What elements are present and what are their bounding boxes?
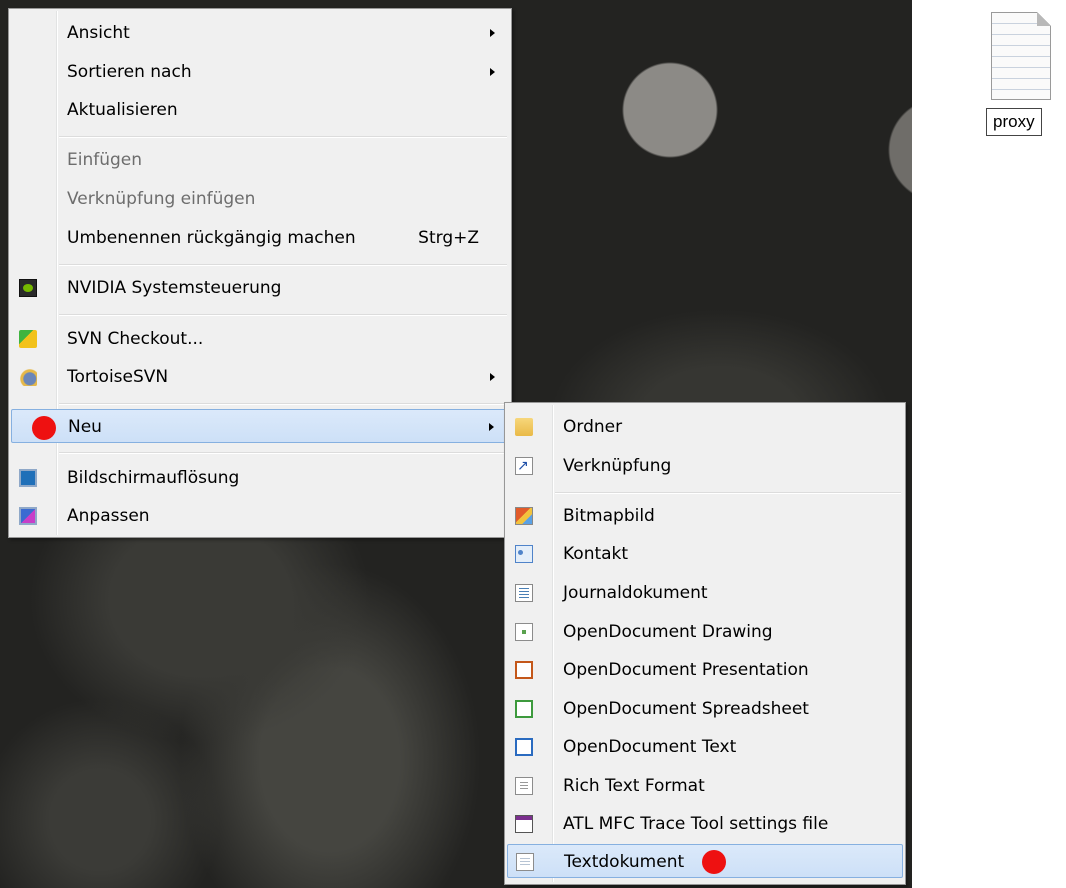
menu-separator — [59, 264, 507, 266]
submenu-arrow-icon — [490, 373, 495, 381]
menu-item-label: SVN Checkout... — [67, 329, 204, 349]
new-item-rtf[interactable]: Rich Text Format — [507, 769, 903, 803]
menu-item-view[interactable]: Ansicht — [11, 16, 509, 50]
menu-separator — [555, 492, 901, 494]
menu-item-label: Einfügen — [67, 150, 143, 170]
menu-item-undo-rename[interactable]: Umbenennen rückgängig machen Strg+Z — [11, 221, 509, 255]
menu-separator — [59, 136, 507, 138]
personalize-icon — [19, 507, 37, 525]
odt-icon — [515, 738, 533, 756]
menu-item-label: OpenDocument Spreadsheet — [563, 699, 809, 719]
annotation-marker — [32, 416, 56, 440]
menu-item-label: Umbenennen rückgängig machen — [67, 228, 356, 248]
atl-trace-icon — [515, 815, 533, 833]
menu-item-label: Aktualisieren — [67, 100, 178, 120]
menu-item-svn-checkout[interactable]: SVN Checkout... — [11, 322, 509, 356]
menu-item-label: NVIDIA Systemsteuerung — [67, 278, 282, 298]
menu-item-nvidia-control-panel[interactable]: NVIDIA Systemsteuerung — [11, 271, 509, 305]
odp-icon — [515, 661, 533, 679]
new-item-shortcut[interactable]: Verknüpfung — [507, 449, 903, 483]
menu-item-label: OpenDocument Text — [563, 737, 737, 757]
svn-checkout-icon — [19, 330, 37, 348]
contact-icon — [515, 545, 533, 563]
menu-item-sort-by[interactable]: Sortieren nach — [11, 55, 509, 89]
menu-item-label: Anpassen — [67, 506, 150, 526]
menu-item-paste: Einfügen — [11, 143, 509, 177]
menu-item-personalize[interactable]: Anpassen — [11, 499, 509, 533]
text-file-icon — [991, 12, 1051, 100]
submenu-arrow-icon — [490, 68, 495, 76]
submenu-arrow-icon — [490, 29, 495, 37]
menu-item-label: Journaldokument — [563, 583, 708, 603]
new-item-odg[interactable]: OpenDocument Drawing — [507, 615, 903, 649]
new-item-ods[interactable]: OpenDocument Spreadsheet — [507, 692, 903, 726]
bitmap-icon — [515, 507, 533, 525]
menu-separator — [59, 403, 507, 405]
new-item-odp[interactable]: OpenDocument Presentation — [507, 653, 903, 687]
new-item-journal[interactable]: Journaldokument — [507, 576, 903, 610]
shortcut-icon — [515, 449, 533, 483]
nvidia-icon — [19, 279, 37, 297]
journal-icon — [515, 584, 533, 602]
menu-item-label: Verknüpfung — [563, 456, 672, 476]
menu-item-label: Kontakt — [563, 544, 629, 564]
menu-item-label: ATL MFC Trace Tool settings file — [563, 814, 829, 834]
desktop-file-proxy[interactable]: proxy — [976, 12, 1066, 148]
menu-item-tortoise-svn[interactable]: TortoiseSVN — [11, 360, 509, 394]
new-item-bitmap[interactable]: Bitmapbild — [507, 499, 903, 533]
menu-item-label: OpenDocument Presentation — [563, 660, 809, 680]
menu-item-label: Textdokument — [564, 852, 685, 872]
desktop-context-menu: Ansicht Sortieren nach Aktualisieren Ein… — [8, 8, 512, 538]
new-item-odt[interactable]: OpenDocument Text — [507, 730, 903, 764]
menu-separator — [59, 314, 507, 316]
new-submenu: Ordner Verknüpfung Bitmapbild Kontakt Jo… — [504, 402, 906, 885]
menu-item-paste-shortcut: Verknüpfung einfügen — [11, 182, 509, 216]
ods-icon — [515, 700, 533, 718]
menu-separator — [59, 452, 507, 454]
menu-item-label: Verknüpfung einfügen — [67, 189, 256, 209]
menu-item-label: Bildschirmauflösung — [67, 468, 240, 488]
new-item-atl-trace[interactable]: ATL MFC Trace Tool settings file — [507, 807, 903, 841]
rtf-icon — [515, 777, 533, 795]
text-document-icon — [516, 853, 534, 871]
menu-item-refresh[interactable]: Aktualisieren — [11, 93, 509, 127]
menu-item-shortcut: Strg+Z — [418, 228, 479, 248]
odg-icon — [515, 623, 533, 641]
menu-item-label: Ordner — [563, 417, 623, 437]
menu-item-label: Neu — [68, 417, 102, 437]
tortoise-svn-icon — [19, 368, 37, 386]
display-settings-icon — [19, 469, 37, 487]
annotation-marker — [702, 850, 726, 874]
new-item-folder[interactable]: Ordner — [507, 410, 903, 444]
menu-item-screen-resolution[interactable]: Bildschirmauflösung — [11, 461, 509, 495]
desktop-file-label: proxy — [986, 108, 1042, 136]
menu-item-label: Sortieren nach — [67, 62, 192, 82]
new-item-contact[interactable]: Kontakt — [507, 537, 903, 571]
folder-icon — [515, 418, 533, 436]
menu-item-label: TortoiseSVN — [67, 367, 169, 387]
menu-item-label: Ansicht — [67, 23, 130, 43]
menu-item-label: Rich Text Format — [563, 776, 705, 796]
menu-item-new[interactable]: Neu — [11, 409, 509, 443]
menu-item-label: Bitmapbild — [563, 506, 655, 526]
submenu-arrow-icon — [489, 423, 494, 431]
menu-item-label: OpenDocument Drawing — [563, 622, 773, 642]
